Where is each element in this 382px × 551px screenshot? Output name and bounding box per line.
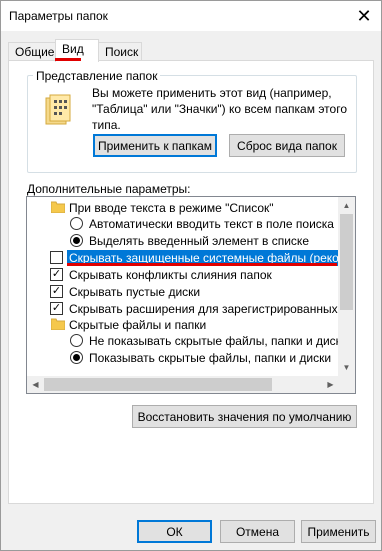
horizontal-scrollbar[interactable]: ◀ ▶ (27, 376, 339, 393)
folder-views-description: Вы можете применить этот вид (например, … (92, 86, 347, 132)
vertical-scrollbar[interactable]: ▲ ▼ (338, 197, 355, 376)
restore-defaults-button[interactable]: Восстановить значения по умолчанию (132, 405, 357, 428)
folder-views-label: Представление папок (33, 69, 161, 83)
list-item[interactable]: ✓ Скрывать пустые диски (27, 284, 339, 300)
annotation-underline-item (67, 263, 337, 266)
radio-show-hidden[interactable] (70, 351, 83, 364)
advanced-settings-list[interactable]: При вводе текста в режиме "Список" Автом… (26, 196, 356, 394)
scroll-left-icon[interactable]: ◀ (27, 376, 44, 393)
apply-to-folders-button[interactable]: Применить к папкам (93, 134, 217, 157)
title-bar: Параметры папок ✕ (1, 1, 381, 31)
scroll-up-icon[interactable]: ▲ (338, 197, 355, 214)
advanced-settings-label: Дополнительные параметры: (27, 182, 191, 196)
scroll-corner (338, 376, 355, 393)
radio-auto-search[interactable] (70, 217, 83, 230)
checkbox-hide-protected[interactable] (50, 251, 63, 264)
list-item[interactable]: Скрытые файлы и папки (27, 317, 339, 333)
scroll-right-icon[interactable]: ▶ (322, 376, 339, 393)
cancel-button[interactable]: Отмена (220, 520, 295, 543)
list-item[interactable]: ✓ Скрывать конфликты слияния папок (27, 267, 339, 283)
window-title: Параметры папок (9, 9, 108, 23)
scroll-down-icon[interactable]: ▼ (338, 359, 355, 376)
close-icon[interactable]: ✕ (351, 3, 377, 29)
reset-folders-button[interactable]: Сброс вида папок (229, 134, 345, 157)
checkbox-hide-merge-conflicts[interactable]: ✓ (50, 268, 63, 281)
annotation-underline-tab (55, 58, 81, 61)
checkbox-hide-extensions[interactable]: ✓ (50, 302, 63, 315)
folder-icon (51, 318, 65, 330)
folder-view-icon (45, 94, 71, 125)
horizontal-scroll-thumb[interactable] (44, 378, 272, 391)
tab-general[interactable]: Общие (8, 42, 56, 61)
list-item[interactable]: Не показывать скрытые файлы, папки и дис… (27, 333, 348, 349)
apply-button[interactable]: Применить (301, 520, 376, 543)
radio-hide-hidden[interactable] (70, 334, 83, 347)
list-item[interactable]: Выделять введенный элемент в списке (27, 233, 339, 249)
list-item[interactable]: Показывать скрытые файлы, папки и диски (27, 350, 339, 366)
tab-search[interactable]: Поиск (98, 42, 142, 61)
folder-icon (51, 201, 65, 213)
radio-select-typed[interactable] (70, 234, 83, 247)
folder-options-window: Параметры папок ✕ Общие Вид Поиск Предст… (0, 0, 382, 551)
ok-button[interactable]: ОК (137, 520, 212, 543)
list-item[interactable]: ✓ Скрывать расширения для зарегистрирова… (27, 301, 355, 317)
list-item[interactable]: При вводе текста в режиме "Список" (27, 200, 339, 216)
checkbox-hide-empty-drives[interactable]: ✓ (50, 285, 63, 298)
list-item[interactable]: Автоматически вводить текст в поле поиск… (27, 216, 339, 232)
vertical-scroll-thumb[interactable] (340, 214, 353, 310)
